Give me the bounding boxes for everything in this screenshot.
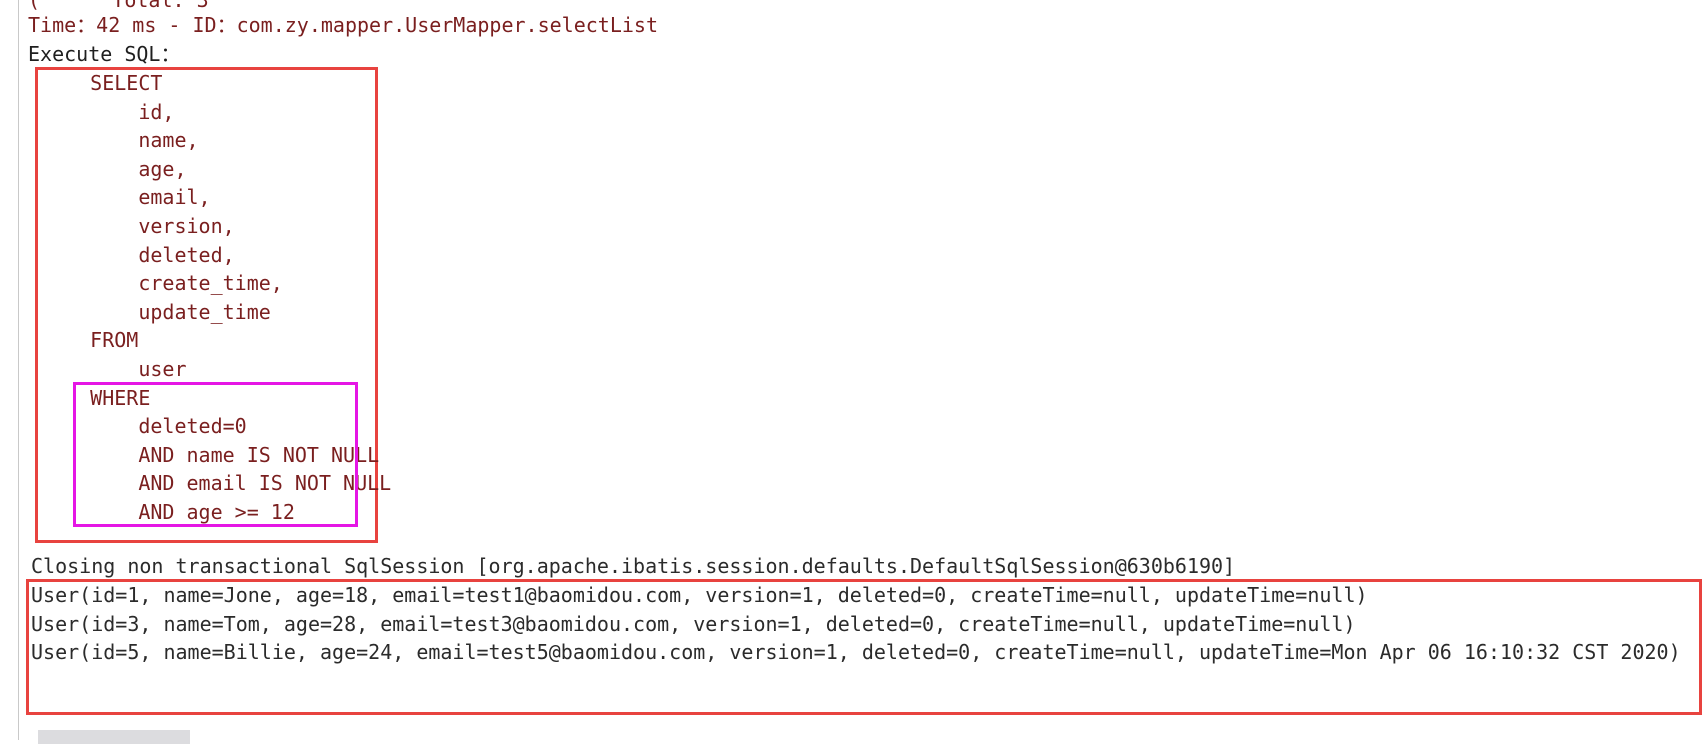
where-clause-highlight-box <box>73 382 358 527</box>
execute-sql-label: Execute SQL： <box>28 42 181 66</box>
closing-session-line: Closing non transactional SqlSession [or… <box>31 554 1236 578</box>
console-output-panel[interactable]: ( Total: 3 Time：42 ms - ID：com.zy.mapper… <box>0 0 1706 740</box>
bottom-status-widget[interactable] <box>38 730 190 744</box>
query-time-line: Time：42 ms - ID：com.zy.mapper.UserMapper… <box>28 13 659 37</box>
result-rows-text: User(id=1, name=Jone, age=18, email=test… <box>31 583 1681 665</box>
